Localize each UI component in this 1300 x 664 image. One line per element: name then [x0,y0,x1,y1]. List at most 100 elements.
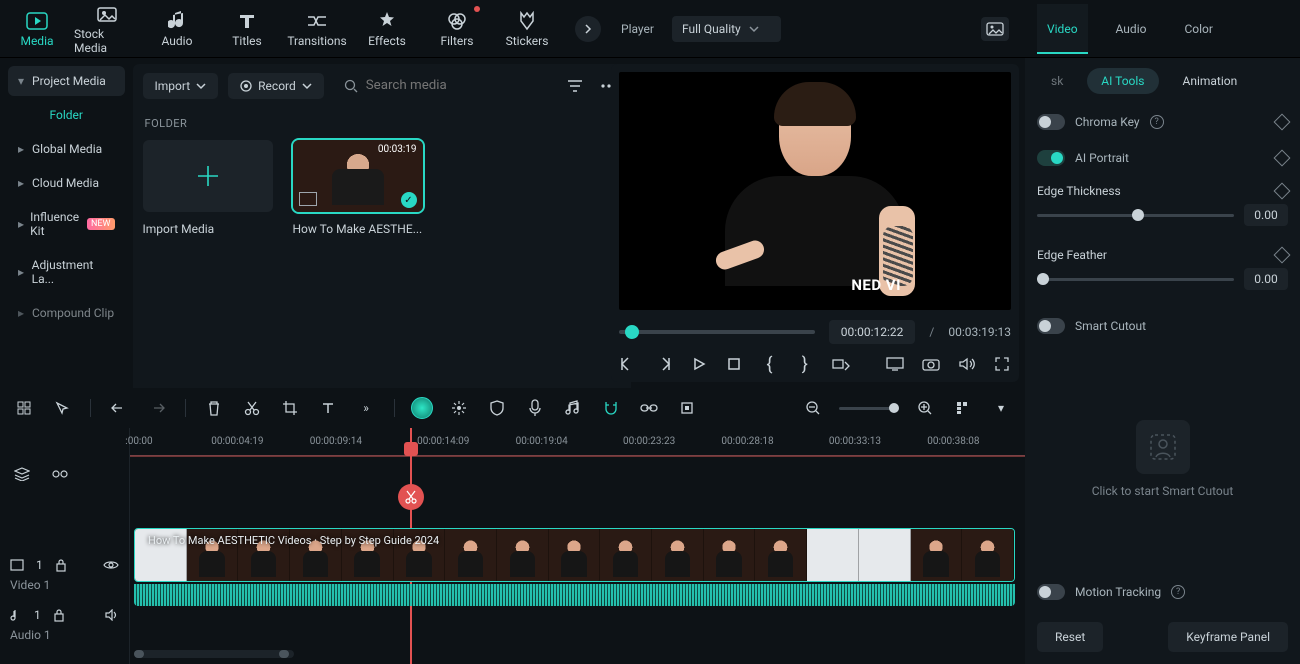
sidebar-adjustment-layer[interactable]: ▸ Adjustment La... [8,250,125,294]
fullscreen-button[interactable] [994,354,1011,374]
undo-button[interactable] [107,396,131,420]
lock-icon[interactable] [55,558,67,572]
next-frame-button[interactable] [654,354,671,374]
filter-button[interactable] [563,74,587,98]
subtab-animation[interactable]: Animation [1169,68,1252,94]
timeline-scrollbar[interactable] [134,650,294,658]
timeline-tracks[interactable]: :00:00 00:00:04:19 00:00:09:14 00:00:14:… [130,428,1025,664]
stop-button[interactable] [725,354,742,374]
play-button[interactable] [690,354,707,374]
keyframe-diamond[interactable] [1274,114,1291,131]
zoom-in-button[interactable] [913,396,937,420]
tab-effects[interactable]: Effects [354,2,420,56]
linktrack-icon[interactable] [48,462,72,486]
snapshot-button[interactable] [981,17,1009,41]
ruler[interactable]: :00:00 00:00:04:19 00:00:09:14 00:00:14:… [130,428,1025,456]
edge-thickness-value[interactable]: 0.00 [1244,204,1288,226]
mic-icon[interactable] [523,396,547,420]
lock-icon[interactable] [53,608,65,622]
import-media-tile[interactable]: Import Media [143,140,273,236]
toggle-chroma-key[interactable] [1037,114,1065,130]
audio-clip[interactable] [134,584,1015,606]
tab-audio[interactable]: Audio [144,2,210,56]
sidebar-cloud-media[interactable]: ▸ Cloud Media [8,168,125,198]
quality-select[interactable]: Full Quality [672,16,781,42]
viewport[interactable]: NED VI [619,72,1011,310]
subtab-sk[interactable]: sk [1037,68,1077,94]
mark-out-button[interactable]: } [796,354,813,374]
shield-icon[interactable] [485,396,509,420]
subtab-aitools[interactable]: AI Tools [1087,68,1158,94]
search-input[interactable] [366,78,543,93]
record-button[interactable]: Record [228,73,324,99]
redo-button[interactable] [145,396,169,420]
timeline-gutter: 1 Video 1 1 Audio 1 [0,428,130,664]
marker-icon[interactable] [675,396,699,420]
magnet-icon[interactable] [599,396,623,420]
toggle-smart-cutout[interactable] [1037,318,1065,334]
cursor-icon[interactable] [50,396,74,420]
edge-thickness-slider[interactable] [1037,214,1234,217]
display-button[interactable] [886,354,904,374]
help-icon[interactable]: ? [1171,585,1185,599]
ratio-button[interactable] [832,354,850,374]
sidebar-influence-kit[interactable]: ▸ Influence Kit NEW [8,202,125,246]
help-icon[interactable]: ? [1150,115,1164,129]
seek-bar[interactable] [619,330,815,334]
edge-feather-value[interactable]: 0.00 [1244,268,1288,290]
sidebar-global-media[interactable]: ▸ Global Media [8,134,125,164]
zoom-slider[interactable] [839,407,899,410]
tab-media-label: Media [20,34,53,48]
cut-badge[interactable] [398,484,424,510]
keyframe-diamond[interactable] [1274,247,1291,264]
apps-icon[interactable] [12,396,36,420]
camera-button[interactable] [922,354,940,374]
reset-button[interactable]: Reset [1037,622,1103,652]
view-mode-dropdown[interactable]: ▾ [989,396,1013,420]
clip-tile-1[interactable]: 00:03:19 ✓ How To Make AESTHE... [293,140,423,236]
tab-stickers[interactable]: Stickers [494,2,560,56]
ai-avatar-icon[interactable] [411,397,433,419]
prev-frame-button[interactable] [619,354,636,374]
sparkle-icon[interactable] [447,396,471,420]
music-icon[interactable] [561,396,585,420]
speaker-icon[interactable] [105,609,119,621]
tab-media[interactable]: Media [4,2,70,56]
eye-icon[interactable] [103,559,119,571]
smart-cutout-zone[interactable]: Click to start Smart Cutout [1037,344,1288,574]
toggle-ai-portrait[interactable] [1037,150,1065,166]
layers-icon[interactable] [10,462,34,486]
tab-transitions[interactable]: Transitions [284,2,350,56]
sidebar-compound-clip[interactable]: ▸ Compound Clip [8,298,125,328]
tab-stickers-label: Stickers [506,34,549,48]
clip-duration: 00:03:19 [378,144,417,155]
tab-titles[interactable]: Titles [214,2,280,56]
volume-button[interactable] [958,354,976,374]
import-button[interactable]: Import [143,73,219,99]
sidebar-folder[interactable]: Folder [8,100,125,130]
tab-filters[interactable]: Filters [424,2,490,56]
delete-button[interactable] [202,396,226,420]
search-media[interactable] [334,72,553,99]
link-icon[interactable] [637,396,661,420]
proptab-video[interactable]: Video [1037,4,1088,54]
mark-in-button[interactable]: { [761,354,778,374]
sidebar-project-media[interactable]: ▾ Project Media [8,66,125,96]
seek-knob[interactable] [625,325,639,339]
toolbar-more-button[interactable]: » [354,396,378,420]
zoom-out-button[interactable] [801,396,825,420]
crop-button[interactable] [278,396,302,420]
edge-feather-slider[interactable] [1037,278,1234,281]
timeline: » ▾ [0,388,1025,664]
keyframe-diamond[interactable] [1274,150,1291,167]
tabs-next-button[interactable] [575,16,601,42]
split-button[interactable] [240,396,264,420]
text-button[interactable] [316,396,340,420]
view-mode-button[interactable] [951,396,975,420]
keyframe-panel-button[interactable]: Keyframe Panel [1168,622,1288,652]
tab-stock-media[interactable]: Stock Media [74,2,140,56]
proptab-color[interactable]: Color [1174,4,1222,54]
toggle-motion-tracking[interactable] [1037,584,1065,600]
keyframe-diamond[interactable] [1274,183,1291,200]
proptab-audio[interactable]: Audio [1106,4,1157,54]
